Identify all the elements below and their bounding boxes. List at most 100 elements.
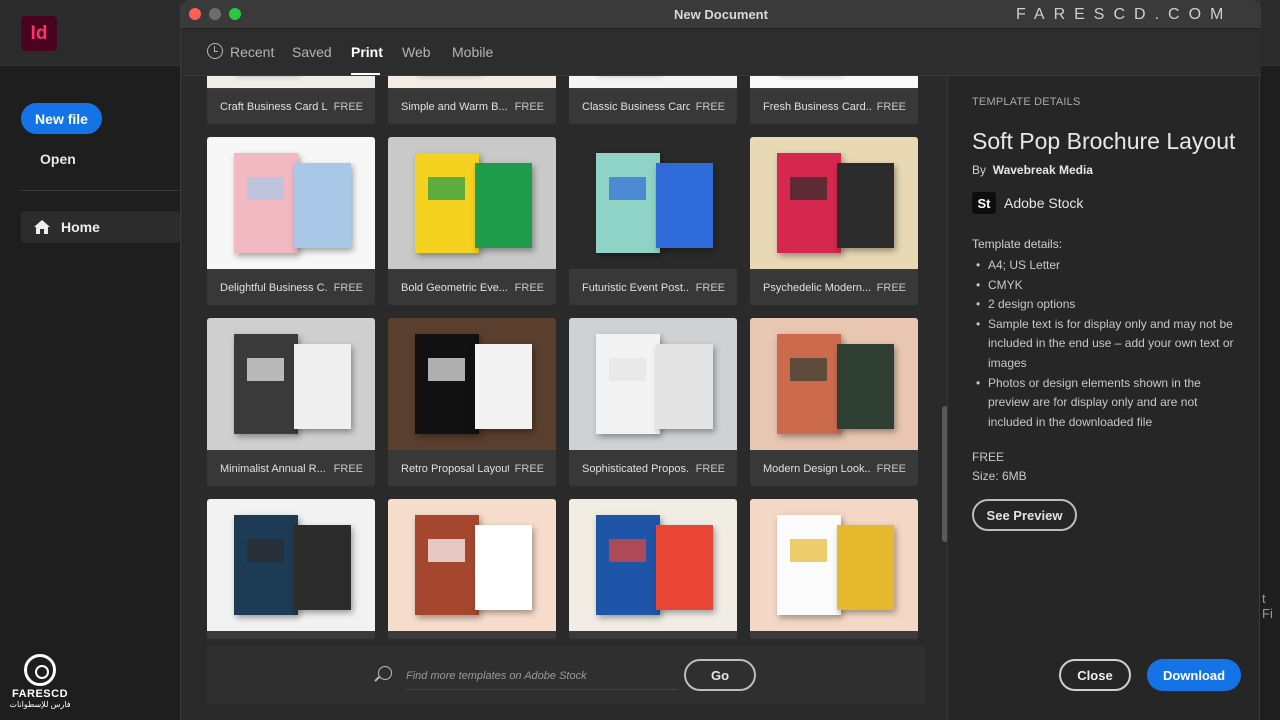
template-label: Simple and Warm B... FREE: [388, 89, 556, 124]
template-author: By Wavebreak Media: [972, 163, 1093, 177]
tab-print[interactable]: Print: [351, 44, 383, 60]
download-button[interactable]: Download: [1147, 659, 1241, 691]
template-card[interactable]: Modern Design Look... FREE: [750, 318, 918, 486]
template-thumbnail: [569, 499, 737, 631]
template-name: Retro Proposal Layout: [401, 462, 509, 475]
active-tab-indicator: [351, 73, 380, 75]
template-card[interactable]: Retro Proposal Layout FREE: [388, 318, 556, 486]
indesign-logo: Id: [21, 16, 57, 51]
details-header: TEMPLATE DETAILS: [972, 96, 1081, 108]
template-label: Fresh Business Card... FREE: [750, 89, 918, 124]
template-name: Sophisticated Propos...: [582, 462, 690, 475]
list-item: 2 design options: [976, 295, 1238, 315]
list-item: CMYK: [976, 276, 1238, 296]
template-label: Bold Geometric Eve... FREE: [388, 270, 556, 305]
template-label: Modern Design Look... FREE: [750, 451, 918, 486]
template-price-badge: FREE: [514, 100, 544, 113]
template-price-badge: FREE: [695, 100, 725, 113]
template-name: Fresh Business Card...: [763, 100, 871, 113]
template-name: Delightful Business C...: [220, 281, 328, 294]
template-card[interactable]: Simple and Warm B... FREE: [388, 76, 556, 124]
template-card[interactable]: Futuristic Event Post... FREE: [569, 137, 737, 305]
template-label: Sophisticated Propos... FREE: [569, 451, 737, 486]
template-price-badge: FREE: [333, 281, 363, 294]
tab-web[interactable]: Web: [402, 44, 431, 60]
template-card[interactable]: Craft Business Card L... FREE: [207, 76, 375, 124]
template-name: Minimalist Annual R...: [220, 462, 326, 475]
brand-arabic-name: فارس للإسطوانات: [9, 700, 71, 709]
list-item: A4; US Letter: [976, 256, 1238, 276]
template-details-panel: TEMPLATE DETAILS Soft Pop Brochure Layou…: [947, 76, 1259, 720]
template-card[interactable]: Psychedelic Modern... FREE: [750, 137, 918, 305]
template-name: Psychedelic Modern...: [763, 281, 871, 294]
left-sidebar: [0, 66, 180, 720]
stock-search-input[interactable]: [406, 662, 678, 690]
template-label: Minimalist Annual R... FREE: [207, 451, 375, 486]
details-subheading: Template details:: [972, 237, 1063, 251]
template-thumbnail: [750, 499, 918, 631]
template-label: Futuristic Event Post... FREE: [569, 270, 737, 305]
document-type-tabs: Recent Saved Print Web Mobile: [181, 29, 1261, 76]
template-price-badge: FREE: [333, 462, 363, 475]
list-item: Sample text is for display only and may …: [976, 315, 1238, 374]
template-card[interactable]: Fresh Business Card... FREE: [750, 76, 918, 124]
template-thumbnail: [388, 499, 556, 631]
site-watermark: FARESCD.COM: [1016, 6, 1233, 23]
sidebar-item-home[interactable]: Home: [21, 211, 180, 243]
template-card[interactable]: [750, 499, 918, 639]
template-thumbnail: [207, 137, 375, 269]
new-file-button[interactable]: New file: [21, 103, 102, 134]
tab-saved[interactable]: Saved: [292, 44, 332, 60]
template-card[interactable]: Sophisticated Propos... FREE: [569, 318, 737, 486]
template-card[interactable]: Classic Business Card... FREE: [569, 76, 737, 124]
farescd-logo-icon: [24, 654, 56, 686]
template-thumbnail: [569, 76, 737, 88]
template-thumbnail: [569, 318, 737, 450]
home-icon: [34, 220, 50, 234]
template-label: Craft Business Card L... FREE: [207, 89, 375, 124]
close-button[interactable]: Close: [1059, 659, 1131, 691]
template-card[interactable]: [388, 499, 556, 639]
template-card[interactable]: [569, 499, 737, 639]
template-name: Futuristic Event Post...: [582, 281, 690, 294]
template-name: Craft Business Card L...: [220, 100, 328, 113]
author-prefix: By: [972, 163, 987, 177]
template-name: Classic Business Card...: [582, 100, 690, 113]
brand-name: FARESCD: [11, 688, 69, 700]
open-button[interactable]: Open: [40, 151, 76, 167]
search-icon: [378, 666, 392, 680]
template-price-badge: FREE: [695, 462, 725, 475]
template-card[interactable]: [207, 499, 375, 639]
template-name: Bold Geometric Eve...: [401, 281, 508, 294]
template-price: FREE: [972, 450, 1005, 464]
details-list: A4; US Letter CMYK 2 design options Samp…: [976, 256, 1238, 432]
template-name: Simple and Warm B...: [401, 100, 508, 113]
template-thumbnail: [207, 499, 375, 631]
background-text-fragment: t Fi: [1262, 591, 1273, 621]
new-document-dialog: New Document Recent Saved Print Web Mobi…: [180, 0, 1261, 720]
tab-recent[interactable]: Recent: [230, 44, 274, 60]
template-title: Soft Pop Brochure Layout: [972, 128, 1236, 154]
template-card[interactable]: Bold Geometric Eve... FREE: [388, 137, 556, 305]
tab-mobile[interactable]: Mobile: [452, 44, 493, 60]
template-card[interactable]: Delightful Business C... FREE: [207, 137, 375, 305]
template-thumbnail: [388, 137, 556, 269]
template-name: Modern Design Look...: [763, 462, 871, 475]
template-label: Psychedelic Modern... FREE: [750, 270, 918, 305]
template-price-badge: FREE: [514, 462, 544, 475]
template-thumbnail: [750, 318, 918, 450]
author-name: Wavebreak Media: [992, 163, 1093, 177]
template-thumbnail: [388, 76, 556, 88]
template-price-badge: FREE: [876, 281, 906, 294]
template-price-badge: FREE: [333, 100, 363, 113]
farescd-watermark-logo: FARESCD فارس للإسطوانات: [4, 654, 76, 709]
template-price-badge: FREE: [876, 100, 906, 113]
template-label: Delightful Business C... FREE: [207, 270, 375, 305]
see-preview-button[interactable]: See Preview: [972, 499, 1077, 531]
template-thumbnail: [750, 76, 918, 88]
clock-icon: [207, 43, 223, 59]
template-price-badge: FREE: [695, 281, 725, 294]
list-item: Photos or design elements shown in the p…: [976, 374, 1238, 433]
template-card[interactable]: Minimalist Annual R... FREE: [207, 318, 375, 486]
go-button[interactable]: Go: [684, 659, 756, 691]
